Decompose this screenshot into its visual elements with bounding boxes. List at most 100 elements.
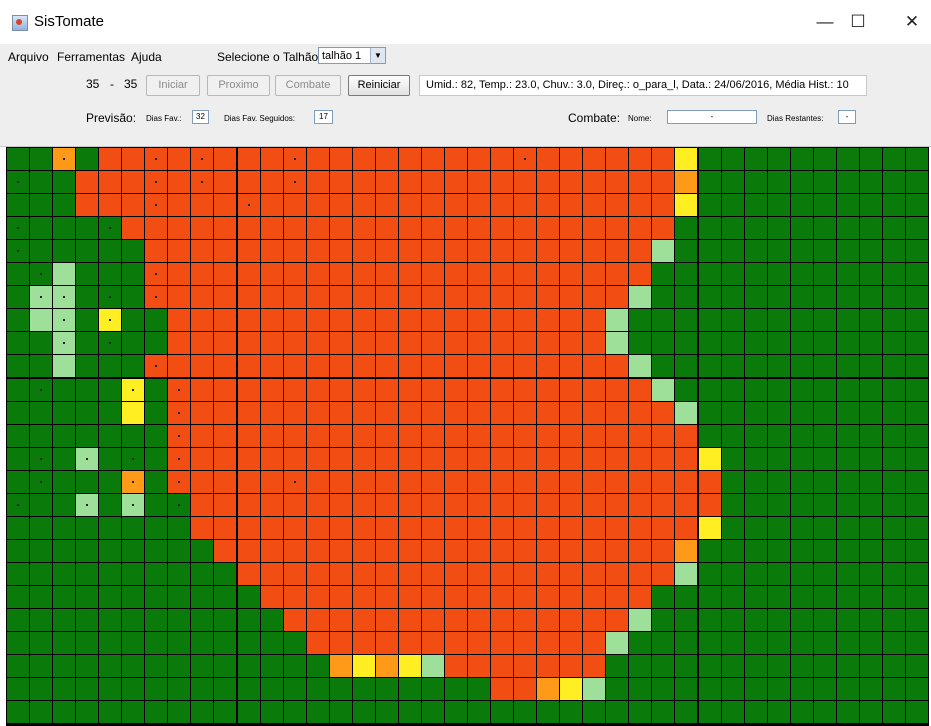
plant-cell-infected[interactable] xyxy=(537,471,559,493)
plant-cell-infected[interactable] xyxy=(491,609,513,631)
plant-cell-infected[interactable] xyxy=(307,240,329,262)
plant-cell-infected[interactable] xyxy=(353,217,375,239)
plant-cell-light[interactable] xyxy=(53,355,75,377)
plant-cell-infected[interactable] xyxy=(399,402,421,424)
plant-cell-healthy[interactable] xyxy=(860,586,882,608)
plant-cell-infected[interactable] xyxy=(629,586,651,608)
plant-cell-healthy[interactable] xyxy=(76,148,98,170)
plant-cell-healthy[interactable] xyxy=(7,701,29,723)
plant-cell-infected[interactable] xyxy=(606,171,628,193)
plant-cell-healthy[interactable] xyxy=(99,563,121,585)
plant-cell-healthy[interactable] xyxy=(768,471,790,493)
plant-cell-light[interactable] xyxy=(30,309,52,331)
plant-cell-infected[interactable] xyxy=(514,240,536,262)
plant-cell-infected[interactable] xyxy=(76,171,98,193)
plant-cell-healthy[interactable] xyxy=(699,563,721,585)
plant-cell-healthy[interactable] xyxy=(837,355,859,377)
plant-cell-infected[interactable] xyxy=(629,471,651,493)
plant-cell-infected[interactable] xyxy=(145,171,167,193)
plant-cell-healthy[interactable] xyxy=(745,678,767,700)
plant-cell-healthy[interactable] xyxy=(883,217,905,239)
plant-cell-infected[interactable] xyxy=(537,609,559,631)
plant-cell-healthy[interactable] xyxy=(122,309,144,331)
plant-cell-healthy[interactable] xyxy=(768,240,790,262)
plant-cell-healthy[interactable] xyxy=(76,263,98,285)
plant-cell-infected[interactable] xyxy=(284,309,306,331)
plant-cell-healthy[interactable] xyxy=(860,540,882,562)
plant-cell-infected[interactable] xyxy=(353,286,375,308)
plant-cell-healthy[interactable] xyxy=(261,609,283,631)
plant-cell-healthy[interactable] xyxy=(837,309,859,331)
plant-cell-infected[interactable] xyxy=(353,379,375,401)
plant-cell-healthy[interactable] xyxy=(99,402,121,424)
plant-cell-light[interactable] xyxy=(606,309,628,331)
plant-cell-healthy[interactable] xyxy=(791,609,813,631)
plant-cell-infected[interactable] xyxy=(491,148,513,170)
plant-cell-healthy[interactable] xyxy=(699,678,721,700)
plant-cell-infected[interactable] xyxy=(422,240,444,262)
plant-cell-orange[interactable] xyxy=(675,540,697,562)
plant-cell-infected[interactable] xyxy=(399,563,421,585)
plant-cell-infected[interactable] xyxy=(399,263,421,285)
plant-cell-healthy[interactable] xyxy=(99,540,121,562)
plant-cell-infected[interactable] xyxy=(284,148,306,170)
plant-cell-healthy[interactable] xyxy=(768,655,790,677)
plant-cell-infected[interactable] xyxy=(560,586,582,608)
plant-cell-healthy[interactable] xyxy=(837,171,859,193)
plant-cell-healthy[interactable] xyxy=(837,678,859,700)
plant-cell-healthy[interactable] xyxy=(883,609,905,631)
plant-cell-healthy[interactable] xyxy=(791,148,813,170)
plant-cell-healthy[interactable] xyxy=(906,448,928,470)
plant-cell-healthy[interactable] xyxy=(860,148,882,170)
plant-cell-infected[interactable] xyxy=(468,425,490,447)
plant-cell-infected[interactable] xyxy=(514,171,536,193)
plant-cell-healthy[interactable] xyxy=(214,655,236,677)
plant-cell-healthy[interactable] xyxy=(837,701,859,723)
plant-cell-healthy[interactable] xyxy=(745,471,767,493)
plant-cell-healthy[interactable] xyxy=(837,402,859,424)
plant-cell-infected[interactable] xyxy=(330,425,352,447)
plant-cell-healthy[interactable] xyxy=(837,471,859,493)
plant-cell-infected[interactable] xyxy=(675,471,697,493)
plant-cell-healthy[interactable] xyxy=(399,701,421,723)
plant-cell-infected[interactable] xyxy=(629,425,651,447)
plant-cell-infected[interactable] xyxy=(353,402,375,424)
close-button[interactable]: ✕ xyxy=(897,10,927,34)
plant-cell-infected[interactable] xyxy=(76,194,98,216)
plant-cell-healthy[interactable] xyxy=(883,286,905,308)
plant-cell-healthy[interactable] xyxy=(191,586,213,608)
plant-cell-healthy[interactable] xyxy=(122,563,144,585)
plant-cell-healthy[interactable] xyxy=(652,678,674,700)
plant-cell-healthy[interactable] xyxy=(652,632,674,654)
plant-cell-infected[interactable] xyxy=(214,263,236,285)
plant-cell-infected[interactable] xyxy=(376,471,398,493)
plant-cell-infected[interactable] xyxy=(284,194,306,216)
plant-cell-infected[interactable] xyxy=(514,586,536,608)
plant-cell-healthy[interactable] xyxy=(629,632,651,654)
plant-cell-infected[interactable] xyxy=(399,355,421,377)
plant-cell-healthy[interactable] xyxy=(768,517,790,539)
plant-cell-healthy[interactable] xyxy=(745,171,767,193)
plant-cell-healthy[interactable] xyxy=(906,240,928,262)
plant-cell-healthy[interactable] xyxy=(722,425,744,447)
plant-cell-infected[interactable] xyxy=(629,263,651,285)
plant-cell-infected[interactable] xyxy=(168,448,190,470)
plant-cell-infected[interactable] xyxy=(261,425,283,447)
plant-cell-healthy[interactable] xyxy=(7,517,29,539)
plant-cell-infected[interactable] xyxy=(560,425,582,447)
plant-cell-infected[interactable] xyxy=(307,379,329,401)
plant-cell-infected[interactable] xyxy=(468,309,490,331)
plant-cell-infected[interactable] xyxy=(238,563,260,585)
plant-cell-healthy[interactable] xyxy=(7,540,29,562)
plant-cell-healthy[interactable] xyxy=(122,240,144,262)
minimize-button[interactable]: — xyxy=(810,10,840,34)
plant-cell-healthy[interactable] xyxy=(307,701,329,723)
plant-cell-infected[interactable] xyxy=(491,217,513,239)
plant-cell-infected[interactable] xyxy=(330,194,352,216)
plant-cell-healthy[interactable] xyxy=(238,632,260,654)
plant-cell-infected[interactable] xyxy=(168,240,190,262)
plant-cell-infected[interactable] xyxy=(399,540,421,562)
plant-cell-light[interactable] xyxy=(53,309,75,331)
plant-cell-healthy[interactable] xyxy=(837,563,859,585)
plant-cell-infected[interactable] xyxy=(422,171,444,193)
